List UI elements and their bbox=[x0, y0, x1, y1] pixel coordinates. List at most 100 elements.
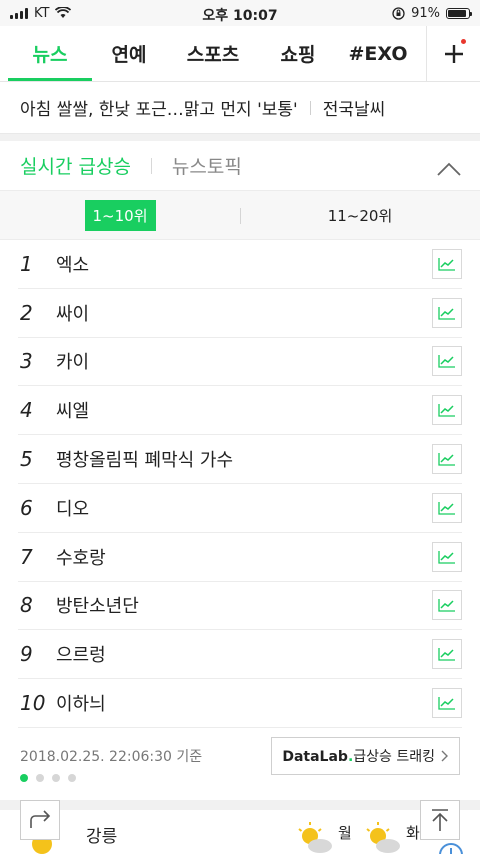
rank-number: 2 bbox=[20, 300, 33, 325]
page-dot[interactable] bbox=[52, 773, 60, 782]
rank-row[interactable]: 6 디오 bbox=[18, 484, 462, 533]
page-dot[interactable] bbox=[36, 773, 44, 782]
rank-row[interactable]: 8 방탄소년단 bbox=[18, 582, 462, 631]
rank-number: 3 bbox=[20, 349, 33, 374]
chevron-up-icon[interactable] bbox=[436, 159, 462, 179]
rank-keyword[interactable]: 씨엘 bbox=[56, 397, 432, 423]
trend-line-icon bbox=[438, 306, 455, 320]
rank-range-selector: 1~10위 11~20위 bbox=[0, 190, 480, 240]
status-bar: KT 91% bbox=[0, 0, 480, 26]
trend-chart-button[interactable] bbox=[432, 297, 462, 328]
rank-number: 5 bbox=[20, 447, 33, 472]
battery-percent: 91% bbox=[411, 5, 440, 21]
rank-keyword[interactable]: 엑소 bbox=[56, 251, 432, 277]
rank-keyword[interactable]: 이하늬 bbox=[56, 690, 432, 716]
trend-chart-button[interactable] bbox=[432, 541, 462, 572]
trend-line-icon bbox=[438, 355, 455, 369]
rank-row[interactable]: 10 이하늬 bbox=[18, 679, 462, 728]
page-indicator bbox=[0, 773, 480, 782]
orientation-lock-icon bbox=[392, 6, 405, 20]
plus-icon bbox=[444, 45, 463, 63]
weather-city: 강릉 bbox=[86, 827, 118, 847]
page-dot[interactable] bbox=[20, 773, 28, 782]
headline-text[interactable]: 아침 쌀쌀, 한낮 포근…맑고 먼지 '보통' bbox=[20, 95, 298, 120]
trend-chart-button[interactable] bbox=[432, 395, 462, 426]
section-divider bbox=[0, 800, 480, 810]
share-icon bbox=[30, 810, 51, 828]
weather-strip: 강릉 월 화 bbox=[0, 810, 480, 854]
tab-realtime-rising[interactable]: 실시간 급상승 bbox=[20, 152, 131, 179]
trend-chart-button[interactable] bbox=[432, 346, 462, 377]
rank-number: 1 bbox=[20, 251, 33, 276]
wifi-icon bbox=[55, 7, 72, 18]
sunny-cloudy-icon bbox=[366, 822, 400, 853]
rank-keyword[interactable]: 디오 bbox=[56, 495, 432, 521]
datalab-tracking-button[interactable]: DataLab.급상승 트래킹 bbox=[271, 736, 460, 775]
trend-chart-button[interactable] bbox=[432, 688, 462, 719]
rank-row[interactable]: 2 싸이 bbox=[18, 289, 462, 338]
tab-news[interactable]: 뉴스 bbox=[0, 26, 100, 81]
range-11-20[interactable]: 11~20위 bbox=[240, 205, 480, 226]
trend-chart-button[interactable] bbox=[432, 248, 462, 279]
trend-chart-button[interactable] bbox=[432, 639, 462, 670]
weather-day-1: 월 bbox=[338, 824, 352, 842]
new-badge bbox=[461, 39, 466, 44]
ranking-header: 실시간 급상승 뉴스토픽 bbox=[0, 134, 480, 190]
trend-chart-button[interactable] bbox=[432, 590, 462, 621]
timestamp: 2018.02.25. 22:06:30 기준 bbox=[20, 748, 203, 765]
rank-row[interactable]: 7 수호랑 bbox=[18, 533, 462, 582]
share-button[interactable] bbox=[20, 800, 60, 840]
clock-icon bbox=[439, 843, 463, 854]
add-tab-button[interactable] bbox=[426, 26, 480, 82]
rank-row[interactable]: 3 카이 bbox=[18, 338, 462, 387]
trend-line-icon bbox=[438, 550, 455, 564]
datalab-label: 급상승 트래킹 bbox=[353, 748, 435, 765]
rank-row[interactable]: 5 평창올림픽 폐막식 가수 bbox=[18, 435, 462, 484]
trend-line-icon bbox=[438, 404, 455, 417]
weather-day-2: 화 bbox=[406, 824, 420, 842]
weather-headline[interactable]: 아침 쌀쌀, 한낮 포근…맑고 먼지 '보통' 전국날씨 bbox=[0, 82, 480, 134]
trend-line-icon bbox=[438, 697, 455, 710]
range-1-10[interactable]: 1~10위 bbox=[0, 199, 240, 231]
rank-row[interactable]: 4 씨엘 bbox=[18, 386, 462, 436]
category-tabs: 뉴스 연예 스포츠 쇼핑 #EXO bbox=[0, 26, 480, 82]
rank-keyword[interactable]: 싸이 bbox=[56, 300, 432, 326]
tab-news-topic[interactable]: 뉴스토픽 bbox=[172, 152, 242, 179]
tab-exo[interactable]: #EXO bbox=[328, 26, 428, 81]
rank-keyword[interactable]: 평창올림픽 폐막식 가수 bbox=[56, 446, 432, 472]
sunny-cloudy-icon bbox=[298, 822, 332, 853]
carrier-label: KT bbox=[34, 5, 50, 21]
rank-number: 7 bbox=[20, 544, 33, 569]
rank-number: 4 bbox=[20, 398, 33, 423]
rank-number: 9 bbox=[20, 642, 33, 667]
arrow-up-icon bbox=[432, 809, 448, 831]
divider bbox=[309, 100, 311, 115]
signal-icon bbox=[10, 7, 28, 19]
battery-icon bbox=[446, 7, 472, 19]
rank-list: 1 엑소 2 싸이 3 카이 4 씨엘 5 평창올림픽 폐막식 가수 6 디오 7 수호랑 8 방탄소년단 9 으… bbox=[0, 240, 480, 728]
national-weather-link[interactable]: 전국날씨 bbox=[323, 95, 386, 120]
rank-keyword[interactable]: 수호랑 bbox=[56, 544, 432, 570]
datalab-brand: DataLab bbox=[282, 748, 348, 765]
rank-keyword[interactable]: 으르렁 bbox=[56, 641, 432, 667]
rank-keyword[interactable]: 카이 bbox=[56, 348, 432, 374]
scroll-top-button[interactable] bbox=[420, 800, 460, 840]
page-dot[interactable] bbox=[68, 773, 76, 782]
trend-line-icon bbox=[438, 648, 455, 661]
trend-line-icon bbox=[438, 257, 455, 271]
divider bbox=[150, 157, 152, 174]
trend-chart-button[interactable] bbox=[432, 492, 462, 523]
rank-number: 6 bbox=[20, 495, 33, 520]
tab-shopping[interactable]: 쇼핑 bbox=[268, 26, 328, 81]
rank-number: 10 bbox=[20, 691, 46, 716]
trend-chart-button[interactable] bbox=[432, 444, 462, 475]
chevron-right-icon bbox=[441, 750, 448, 762]
divider bbox=[240, 208, 241, 224]
trend-line-icon bbox=[438, 599, 455, 613]
tab-sports[interactable]: 스포츠 bbox=[158, 26, 268, 81]
rank-keyword[interactable]: 방탄소년단 bbox=[56, 592, 432, 618]
tab-entertainment[interactable]: 연예 bbox=[100, 26, 158, 81]
rank-row[interactable]: 9 으르렁 bbox=[18, 630, 462, 680]
rank-row[interactable]: 1 엑소 bbox=[18, 240, 462, 289]
trend-line-icon bbox=[438, 453, 455, 466]
